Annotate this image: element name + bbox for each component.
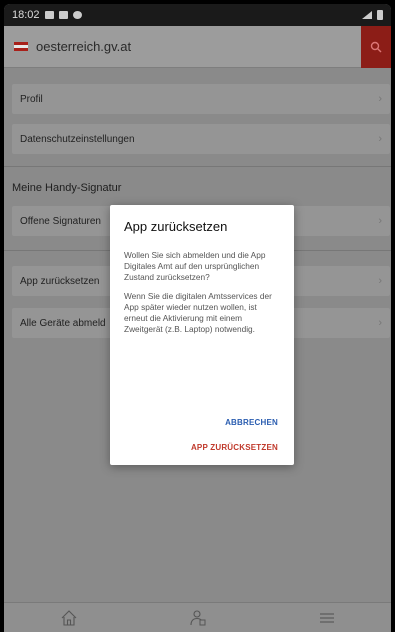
list-item-label: App zurücksetzen [20,275,100,287]
person-icon[interactable] [189,609,207,627]
dialog-paragraph-2: Wenn Sie die digitalen Amtsservices der … [124,291,272,334]
sync-notification-icon [72,11,82,19]
cancel-button[interactable]: ABBRECHEN [225,418,278,427]
status-bar: 18:02 [4,4,391,26]
list-item-label: Datenschutzeinstellungen [20,133,135,145]
app-title: oesterreich.gv.at [36,39,132,54]
reset-confirmation-dialog: App zurücksetzen Wollen Sie sich abmelde… [110,205,294,465]
list-item-label: Alle Geräte abmeld [20,317,106,329]
image-notification-icon [44,11,54,19]
chevron-right-icon: › [378,275,382,287]
list-item-datenschutz[interactable]: Datenschutzeinstellungen › [12,124,390,154]
austria-flag-icon [14,42,28,51]
gallery-notification-icon [58,11,68,19]
chevron-right-icon: › [378,317,382,329]
search-icon [370,41,382,53]
home-icon[interactable] [60,609,78,627]
search-button[interactable] [361,26,391,68]
signal-icon [362,11,372,19]
status-time: 18:02 [12,9,40,21]
chevron-right-icon: › [378,133,382,145]
dialog-title: App zurücksetzen [124,219,228,234]
section-divider [4,166,391,167]
section-title-handy-signatur: Meine Handy-Signatur [12,182,122,194]
chevron-right-icon: › [378,215,382,227]
confirm-reset-button[interactable]: APP ZURÜCKSETZEN [191,443,278,452]
chevron-right-icon: › [378,93,382,105]
list-item-label: Offene Signaturen [20,215,101,227]
list-item-label: Profil [20,93,43,105]
dialog-paragraph-1: Wollen Sie sich abmelden und die App Dig… [124,250,266,282]
battery-icon [377,10,383,20]
bottom-navigation [4,602,391,632]
menu-icon[interactable] [318,609,336,627]
app-bar: oesterreich.gv.at [4,26,391,68]
list-item-profil[interactable]: Profil › [12,84,390,114]
